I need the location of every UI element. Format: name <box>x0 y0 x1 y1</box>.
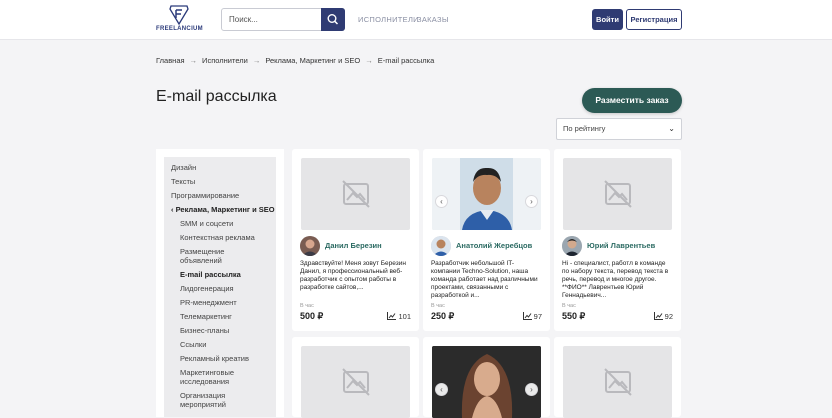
rating-value: 101 <box>398 312 411 321</box>
rating-value: 92 <box>664 312 673 321</box>
chart-trend-icon <box>653 312 663 320</box>
price-unit: В час <box>562 303 576 309</box>
search-box <box>221 8 345 31</box>
freelancer-description: Hi - специалист, работл в команде по наб… <box>562 260 669 299</box>
nav-orders[interactable]: ЗАКАЗЫ <box>417 15 449 24</box>
search-icon <box>327 13 339 25</box>
carousel-prev-button[interactable]: ‹ <box>435 383 448 396</box>
freelancer-description: Здравствуйте! Меня зовут Березин Данил, … <box>300 260 406 291</box>
portfolio-photo <box>432 158 541 230</box>
logo[interactable]: FREELANCIUM <box>156 5 203 35</box>
breadcrumb-item[interactable]: Главная <box>156 56 185 65</box>
category-item[interactable]: Тексты <box>171 177 276 187</box>
subcategory-item-current[interactable]: E-mail рассылка <box>180 270 276 279</box>
header: FREELANCIUM ИСПОЛНИТЕЛИ ЗАКАЗЫ Войти Рег… <box>0 0 832 40</box>
breadcrumb: Главная → Исполнители → Реклама, Маркетинг и… <box>156 56 434 65</box>
portfolio-image: ‹ › <box>432 158 541 230</box>
rating: 101 <box>387 312 411 321</box>
category-item[interactable]: Дизайн <box>171 163 276 173</box>
search-input[interactable] <box>222 9 322 30</box>
carousel-prev-button[interactable]: ‹ <box>435 195 448 208</box>
rating: 97 <box>522 312 542 321</box>
logo-icon <box>169 5 189 25</box>
image-placeholder-icon <box>342 180 370 208</box>
login-button[interactable]: Войти <box>592 9 623 30</box>
breadcrumb-item[interactable]: Исполнители <box>202 56 248 65</box>
subcategory-item[interactable]: SMM и соцсети <box>180 219 276 228</box>
portfolio-image <box>301 158 410 230</box>
category-sidebar: Дизайн Тексты Программирование ‹ Реклама… <box>156 149 284 417</box>
subcategory-item[interactable]: Лидогенерация <box>180 284 276 293</box>
price-unit: В час <box>300 303 314 309</box>
portfolio-image: ‹ › <box>432 346 541 418</box>
subcategory-item[interactable]: Телемаркетинг <box>180 312 276 321</box>
chart-trend-icon <box>522 312 532 320</box>
arrow-right-icon: → <box>189 56 198 65</box>
chevron-down-icon: ⌄ <box>668 124 675 133</box>
carousel-next-button[interactable]: › <box>525 383 538 396</box>
place-order-button[interactable]: Разместить заказ <box>582 88 682 113</box>
nav-performers[interactable]: ИСПОЛНИТЕЛИ <box>358 15 419 24</box>
freelancer-card[interactable]: ‹ › Анатолий Жеребцов Разработчик неболь… <box>423 149 550 331</box>
freelancer-name[interactable]: Анатолий Жеребцов <box>456 241 532 250</box>
carousel-next-button[interactable]: › <box>525 195 538 208</box>
breadcrumb-current: E-mail рассылка <box>377 56 435 65</box>
page-title: E-mail рассылка <box>156 88 277 105</box>
image-placeholder-icon <box>604 180 632 208</box>
subcategory-item[interactable]: Организация мероприятий <box>180 391 250 409</box>
freelancer-card[interactable]: Юрий Лаврентьев Hi - специалист, работл … <box>554 149 681 331</box>
subcategory-item[interactable]: PR-менеджмент <box>180 298 276 307</box>
freelancer-card[interactable] <box>554 337 681 418</box>
portfolio-image <box>563 158 672 230</box>
rating-value: 97 <box>533 312 542 321</box>
arrow-right-icon: → <box>365 56 373 65</box>
subcategory-item[interactable]: Маркетинговые исследования <box>180 368 260 386</box>
sort-value: По рейтингу <box>563 124 606 133</box>
subcategory-item[interactable]: Бизнес-планы <box>180 326 276 335</box>
breadcrumb-item[interactable]: Реклама, Маркетинг и SEO <box>265 56 360 65</box>
freelancer-name[interactable]: Данил Березин <box>325 241 382 250</box>
freelancer-name[interactable]: Юрий Лаврентьев <box>587 241 655 250</box>
portfolio-image <box>563 346 672 418</box>
subcategory-item[interactable]: Рекламный креатив <box>180 354 276 363</box>
freelancer-description: Разработчик небольшой IT-компании Techno… <box>431 260 538 299</box>
chart-trend-icon <box>387 312 397 320</box>
price: 550 ₽ <box>562 311 586 321</box>
subcategory-item[interactable]: Ссылки <box>180 340 276 349</box>
price: 500 ₽ <box>300 311 324 321</box>
search-button[interactable] <box>321 8 345 31</box>
category-item-active[interactable]: ‹ Реклама, Маркетинг и SEO <box>171 205 276 215</box>
arrow-right-icon: → <box>252 56 261 65</box>
freelancer-card[interactable] <box>292 337 419 418</box>
rating: 92 <box>653 312 673 321</box>
avatar[interactable] <box>431 236 451 256</box>
image-placeholder-icon <box>342 368 370 396</box>
price: 250 ₽ <box>431 311 455 321</box>
image-placeholder-icon <box>604 368 632 396</box>
avatar[interactable] <box>562 236 582 256</box>
category-label: Реклама, Маркетинг и SEO <box>175 205 275 214</box>
avatar[interactable] <box>300 236 320 256</box>
subcategory-item[interactable]: Размещение объявлений <box>180 247 250 265</box>
chevron-left-icon: ‹ <box>171 205 174 214</box>
portfolio-photo <box>432 346 541 418</box>
category-item[interactable]: Программирование <box>171 191 276 201</box>
category-list: Дизайн Тексты Программирование ‹ Реклама… <box>164 157 276 417</box>
price-unit: В час <box>431 303 445 309</box>
portfolio-image <box>301 346 410 418</box>
freelancer-card[interactable]: ‹ › <box>423 337 550 418</box>
logo-text: FREELANCIUM <box>156 26 203 32</box>
register-button[interactable]: Регистрация <box>626 9 682 30</box>
freelancer-card[interactable]: Данил Березин Здравствуйте! Меня зовут Б… <box>292 149 419 331</box>
subcategory-item[interactable]: Контекстная реклама <box>180 233 276 242</box>
sort-select[interactable]: По рейтингу ⌄ <box>556 118 682 140</box>
